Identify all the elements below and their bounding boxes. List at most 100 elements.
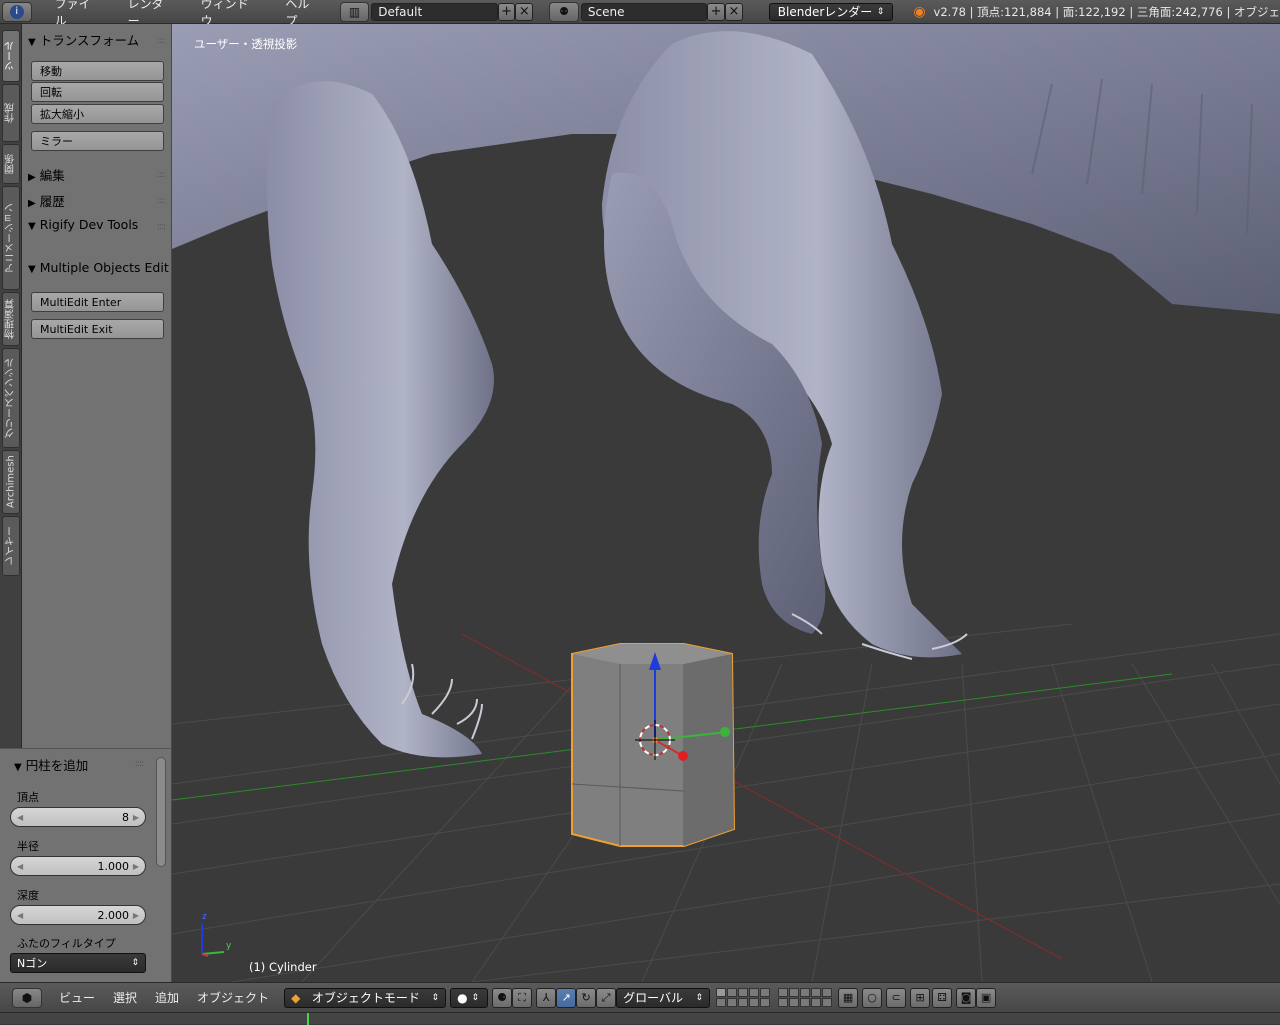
scale-button[interactable]: 拡大縮小	[31, 104, 164, 124]
interaction-mode-label: オブジェクトモード	[311, 991, 420, 1005]
panel-edit-header[interactable]: ▶ 編集	[28, 165, 65, 184]
decrement-arrow-icon[interactable]: ◀	[17, 911, 23, 920]
drag-grip-icon[interactable]: ::::	[157, 222, 166, 232]
axis-z-label: z	[202, 912, 207, 922]
add-layout-icon[interactable]: +	[497, 2, 516, 21]
cube-editor-icon: ⬢	[21, 990, 33, 1005]
move-button[interactable]: 移動	[31, 61, 164, 81]
vertices-field[interactable]: ◀ 8 ▶	[10, 807, 146, 827]
radius-field[interactable]: ◀ 1.000 ▶	[10, 856, 146, 876]
depth-label: 深度	[17, 889, 39, 902]
tab-animation[interactable]: アニメーション	[2, 186, 20, 290]
chevron-updown-icon: ⇕	[431, 992, 440, 1003]
mirror-button[interactable]: ミラー	[31, 131, 164, 151]
operator-scrollbar[interactable]	[156, 757, 166, 867]
panel-history-header[interactable]: ▶ 履歴	[28, 191, 65, 210]
menu-add[interactable]: 追加	[146, 989, 188, 1006]
manipulator-x-handle	[678, 751, 688, 761]
snap-element-icon[interactable]: ⊞	[910, 987, 931, 1008]
menu-view[interactable]: ビュー	[50, 989, 104, 1006]
render-engine-select[interactable]: Blenderレンダー ⇕	[768, 2, 894, 21]
increment-arrow-icon[interactable]: ▶	[133, 813, 139, 822]
transform-orientation-select[interactable]: グローバル ⇕	[616, 987, 711, 1008]
layer-lock-icon[interactable]: ▦	[838, 987, 859, 1008]
collapsed-triangle-icon: ▶	[28, 172, 36, 183]
snap-target-icon[interactable]: ⚃	[932, 987, 953, 1008]
multiedit-enter-button[interactable]: MultiEdit Enter	[31, 292, 164, 312]
rotate-manipulator-icon[interactable]: ↻	[576, 987, 597, 1008]
remove-layout-icon[interactable]: ×	[515, 2, 534, 21]
panel-rigify-title: Rigify Dev Tools	[39, 217, 139, 232]
tab-create[interactable]: 作成	[2, 84, 20, 142]
editor-type-button[interactable]: i	[2, 1, 32, 22]
scene-icon: ⚉	[559, 5, 569, 18]
scene-selector-button[interactable]: ⚉	[549, 1, 579, 22]
decrement-arrow-icon[interactable]: ◀	[17, 862, 23, 871]
panel-rigify-header[interactable]: ▼ Rigify Dev Tools	[28, 217, 138, 232]
editor-type-button[interactable]: ⬢	[12, 987, 42, 1008]
drag-grip-icon[interactable]: ::::	[157, 170, 166, 180]
active-object-label: (1) Cylinder	[249, 960, 317, 974]
tab-tools[interactable]: ツール	[2, 30, 20, 82]
scale-manipulator-icon[interactable]: ⤢	[596, 987, 617, 1008]
drag-grip-icon[interactable]: ::::	[157, 36, 166, 46]
viewport-scene	[172, 24, 1280, 982]
expanded-triangle-icon: ▼	[28, 221, 36, 232]
viewport-shading-select[interactable]: ● ⇕	[450, 987, 489, 1008]
panel-multiedit-title: Multiple Objects Edit	[39, 260, 169, 275]
snap-magnet-icon[interactable]: ⊂	[886, 987, 907, 1008]
panel-history-title: 履歴	[39, 194, 65, 209]
creature-leg-left	[267, 81, 494, 758]
increment-arrow-icon[interactable]: ▶	[133, 862, 139, 871]
chevron-updown-icon: ⇕	[695, 992, 704, 1003]
solid-shading-icon: ●	[457, 990, 468, 1005]
operator-title: 円柱を追加	[25, 758, 89, 773]
tab-relations[interactable]: 関係	[2, 144, 20, 184]
tab-physics[interactable]: 物理演算	[2, 292, 20, 346]
menu-object[interactable]: オブジェクト	[188, 989, 278, 1006]
render-camera-icon[interactable]: ◙	[956, 987, 977, 1008]
collapsed-triangle-icon: ▶	[28, 198, 36, 209]
depth-value: 2.000	[97, 908, 130, 922]
layer-buttons[interactable]	[716, 988, 833, 1007]
interaction-mode-select[interactable]: ◆ オブジェクトモード ⇕	[284, 987, 447, 1008]
multiedit-exit-button[interactable]: MultiEdit Exit	[31, 319, 164, 339]
increment-arrow-icon[interactable]: ▶	[133, 911, 139, 920]
menu-select[interactable]: 選択	[104, 989, 146, 1006]
decrement-arrow-icon[interactable]: ◀	[17, 813, 23, 822]
transform-manipulator-icon[interactable]: ⛶	[512, 987, 533, 1008]
3d-viewport[interactable]: ユーザー・透視投影 z y (1) Cylinder	[172, 24, 1280, 982]
screen-layout-button[interactable]: ▥	[339, 1, 370, 22]
remove-scene-icon[interactable]: ×	[725, 2, 743, 21]
manipulator-toggle-icon[interactable]: ⅄	[536, 987, 557, 1008]
panel-transform-title: トランスフォーム	[39, 33, 140, 48]
chevron-updown-icon: ⇕	[876, 6, 885, 17]
cap-fill-label: ふたのフィルタイプ	[17, 937, 116, 950]
drag-grip-icon[interactable]: ::::	[157, 196, 166, 206]
expanded-triangle-icon: ▼	[14, 762, 22, 773]
panel-multiedit-header[interactable]: ▼ Multiple Objects Edit	[28, 260, 169, 275]
proportional-edit-icon[interactable]: ○	[862, 987, 883, 1008]
rotate-button[interactable]: 回転	[31, 82, 164, 102]
depth-field[interactable]: ◀ 2.000 ▶	[10, 905, 146, 925]
layout-name-field[interactable]: Default	[371, 2, 498, 21]
timeline-strip[interactable]	[0, 1012, 1280, 1025]
translate-manipulator-icon[interactable]: ↗	[556, 987, 577, 1008]
pivot-point-icon[interactable]: ⚈	[492, 987, 513, 1008]
tab-grease-pencil[interactable]: グリースペンシル	[2, 348, 20, 448]
render-animation-icon[interactable]: ▣	[976, 987, 997, 1008]
manipulator-y-handle	[720, 727, 730, 737]
current-frame-marker[interactable]	[307, 1013, 309, 1025]
tab-archimesh[interactable]: Archimesh	[2, 450, 20, 514]
vertices-value: 8	[122, 810, 129, 824]
add-scene-icon[interactable]: +	[707, 2, 726, 21]
tab-layers[interactable]: レイヤー	[2, 516, 20, 576]
drag-grip-icon[interactable]: ::::	[135, 759, 144, 769]
operator-header[interactable]: ▼ 円柱を追加	[14, 755, 88, 774]
radius-value: 1.000	[97, 859, 130, 873]
panel-transform-header[interactable]: ▼ トランスフォーム	[28, 30, 139, 49]
scene-name-field[interactable]: Scene	[580, 2, 708, 21]
operator-panel: ▼ 円柱を追加 :::: 頂点 ◀ 8 ▶ 半径 ◀ 1.000 ▶ 深度 ◀ 2…	[0, 748, 172, 982]
object-mode-icon: ◆	[291, 990, 301, 1005]
cap-fill-select[interactable]: Nゴン ⇕	[10, 953, 146, 973]
